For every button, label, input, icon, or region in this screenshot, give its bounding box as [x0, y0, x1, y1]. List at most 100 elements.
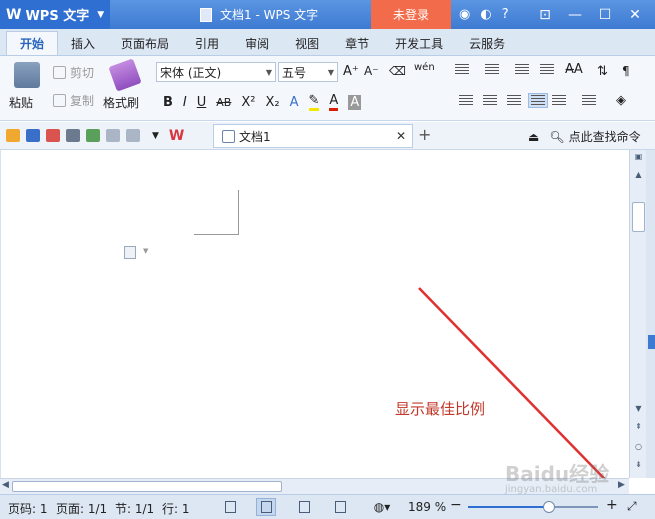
italic-button[interactable]: I: [183, 95, 187, 110]
increase-indent-button[interactable]: [540, 64, 564, 75]
minimize-icon[interactable]: —: [560, 7, 590, 23]
tab-view[interactable]: 视图: [282, 31, 332, 55]
login-button[interactable]: 未登录: [371, 0, 451, 29]
superscript-button[interactable]: X²: [241, 95, 255, 110]
help-icon[interactable]: ?: [502, 7, 509, 22]
ribbon-toggle-icon[interactable]: ⊡: [530, 7, 560, 23]
chevron-down-icon: ▼: [327, 67, 334, 77]
page-view-button[interactable]: [256, 498, 276, 516]
tab-cloud[interactable]: 云服务: [456, 31, 518, 55]
strikethrough-button[interactable]: AB: [216, 96, 231, 109]
save-icon[interactable]: [26, 129, 40, 142]
copy-button[interactable]: 复制: [53, 92, 94, 109]
new-tab-button[interactable]: +: [418, 125, 431, 144]
zoom-slider[interactable]: [468, 501, 598, 513]
print-preview-icon[interactable]: [86, 129, 100, 142]
font-color-icon[interactable]: A: [329, 93, 339, 111]
feedback-icon[interactable]: ◐: [480, 7, 491, 22]
skin-icon[interactable]: ◉: [459, 7, 470, 22]
zoom-level[interactable]: 189 %: [408, 500, 446, 514]
document-tab[interactable]: 文档1 ✕: [213, 124, 413, 148]
bold-button[interactable]: B: [163, 95, 173, 110]
font-name-select[interactable]: 宋体 (正文) ▼: [156, 62, 276, 82]
tab-home[interactable]: 开始: [6, 31, 59, 55]
copy-label: 复制: [70, 94, 95, 108]
redo-icon[interactable]: [126, 129, 140, 142]
tab-sections[interactable]: 章节: [332, 31, 382, 55]
page-count: 页面: 1/1: [56, 502, 108, 516]
export-pdf-icon[interactable]: [46, 129, 60, 142]
distribute-button[interactable]: [552, 95, 576, 106]
font-size-select[interactable]: 五号 ▼: [278, 62, 338, 82]
open-icon[interactable]: [6, 129, 20, 142]
change-case-icon[interactable]: A̶A: [565, 62, 583, 77]
highlight-icon[interactable]: ✎: [308, 93, 320, 111]
side-panel-toggle[interactable]: [648, 335, 655, 349]
grow-font-button[interactable]: A⁺: [343, 64, 359, 79]
justify-button[interactable]: [528, 93, 548, 108]
decrease-indent-button[interactable]: [515, 64, 539, 75]
chevron-down-icon: ▼: [265, 67, 272, 77]
close-tab-icon[interactable]: ✕: [396, 129, 406, 143]
eye-protection-button[interactable]: ◍▾: [368, 498, 396, 516]
customize-toolbar-icon[interactable]: ▼: [152, 131, 159, 141]
tab-page-layout[interactable]: 页面布局: [108, 31, 182, 55]
undo-icon[interactable]: [106, 129, 120, 142]
eye-protection-icon: ◍▾: [373, 500, 391, 514]
underline-button[interactable]: U: [197, 95, 207, 110]
close-icon[interactable]: ✕: [620, 7, 650, 23]
shading-icon[interactable]: ◈: [616, 93, 626, 108]
tab-insert[interactable]: 插入: [58, 31, 108, 55]
vertical-scrollbar[interactable]: ▣ ▲ ▼ ⇞ ○ ⇟: [629, 150, 646, 478]
window-controls: ⊡ — ☐ ✕: [530, 0, 650, 29]
horizontal-scroll-thumb[interactable]: [12, 481, 282, 492]
scroll-left-icon[interactable]: ◀: [2, 480, 9, 490]
subscript-button[interactable]: X₂: [265, 95, 279, 110]
pin-icon[interactable]: ⏏: [528, 130, 539, 144]
text-effect-icon[interactable]: A: [290, 95, 299, 110]
paste-button[interactable]: [14, 62, 40, 88]
format-painter-button[interactable]: [108, 58, 142, 92]
shrink-font-button[interactable]: A⁻: [364, 64, 379, 78]
sort-icon[interactable]: ⇅: [597, 64, 608, 79]
web-view-button[interactable]: [330, 498, 350, 516]
char-shading-icon[interactable]: A: [348, 94, 362, 110]
clear-format-icon[interactable]: ⌫: [389, 64, 406, 78]
scroll-thumb[interactable]: [632, 202, 645, 232]
line-spacing-icon: [582, 95, 596, 106]
zoom-in-button[interactable]: +: [606, 497, 618, 513]
tab-references[interactable]: 引用: [182, 31, 232, 55]
cut-button[interactable]: 剪切: [53, 64, 94, 81]
document-title: 文档1 - WPS 文字: [220, 8, 319, 22]
show-marks-icon[interactable]: ¶: [622, 64, 630, 78]
scroll-down-icon[interactable]: ▼: [632, 404, 645, 416]
scissors-icon: [53, 66, 66, 79]
scroll-right-icon[interactable]: ▶: [618, 480, 625, 490]
zoom-slider-knob[interactable]: [542, 501, 555, 513]
outline-view-button[interactable]: [294, 498, 314, 516]
tab-review[interactable]: 审阅: [232, 31, 282, 55]
zoom-out-button[interactable]: −: [450, 497, 462, 513]
document-canvas[interactable]: ▼ 显示最佳比例: [0, 150, 629, 478]
align-center-button[interactable]: [483, 95, 507, 106]
maximize-icon[interactable]: ☐: [590, 7, 620, 23]
select-browse-object-icon[interactable]: ○: [632, 442, 645, 454]
justify-icon: [531, 95, 545, 106]
document-tab-label: 文档1: [239, 129, 271, 144]
tab-developer[interactable]: 开发工具: [382, 31, 456, 55]
print-icon[interactable]: [66, 129, 80, 142]
scroll-up-icon[interactable]: ▲: [632, 170, 645, 182]
command-search[interactable]: ⏏ 🔍︎ 点此查找命令: [528, 128, 641, 145]
bullets-button[interactable]: [455, 64, 479, 75]
app-menu-button[interactable]: W WPS 文字 ▼: [0, 0, 110, 29]
line-spacing-button[interactable]: [582, 95, 606, 106]
full-screen-view-button[interactable]: [220, 498, 240, 516]
next-page-icon[interactable]: ⇟: [632, 460, 645, 472]
previous-page-icon[interactable]: ⇞: [632, 422, 645, 434]
ruler-toggle-icon[interactable]: ▣: [632, 152, 645, 164]
wps-home-icon[interactable]: W: [169, 128, 184, 144]
best-fit-zoom-icon[interactable]: ⤢: [627, 499, 637, 514]
phonetic-guide-icon[interactable]: wén: [414, 62, 435, 73]
numbering-button[interactable]: [485, 64, 509, 75]
align-left-button[interactable]: [459, 95, 483, 106]
